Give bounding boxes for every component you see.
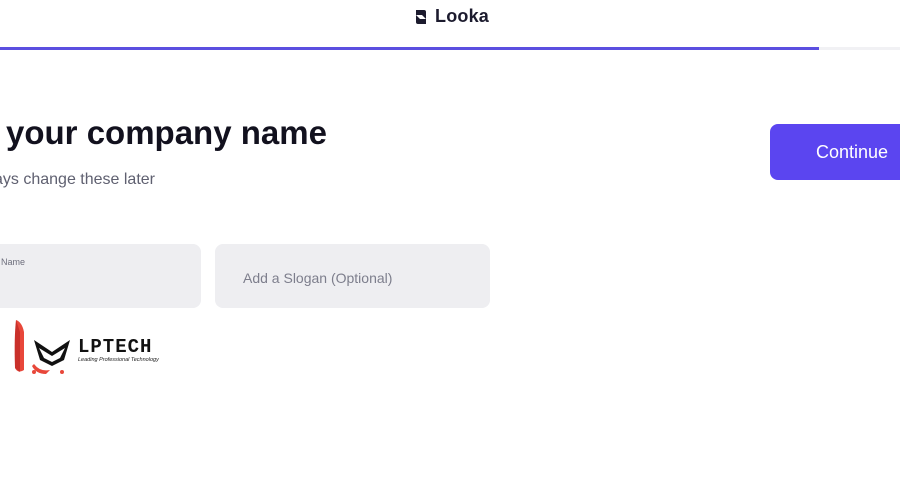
brand-logo[interactable]: Looka	[413, 6, 489, 27]
page-title: r your company name	[0, 114, 327, 151]
lptech-watermark: LPTECH Leading Professional Technology	[12, 318, 182, 378]
company-name-field[interactable]: Name	[0, 244, 201, 308]
continue-button[interactable]: Continue	[770, 124, 900, 180]
watermark-name: LPTECH	[78, 336, 153, 358]
company-name-label: Name	[1, 257, 26, 267]
progress-bar	[0, 47, 900, 50]
slogan-placeholder: Add a Slogan (Optional)	[243, 270, 393, 286]
page: Looka r your company name always change …	[0, 0, 900, 500]
watermark-tagline: Leading Professional Technology	[78, 357, 159, 363]
progress-bar-fill	[0, 47, 819, 50]
header: Looka	[0, 0, 900, 50]
brand-name: Looka	[435, 6, 490, 26]
fox-mascot-icon	[14, 320, 70, 374]
looka-logo-icon	[416, 9, 426, 24]
page-subtitle: always change these later	[0, 171, 155, 188]
slogan-field[interactable]: Add a Slogan (Optional)	[215, 244, 490, 308]
